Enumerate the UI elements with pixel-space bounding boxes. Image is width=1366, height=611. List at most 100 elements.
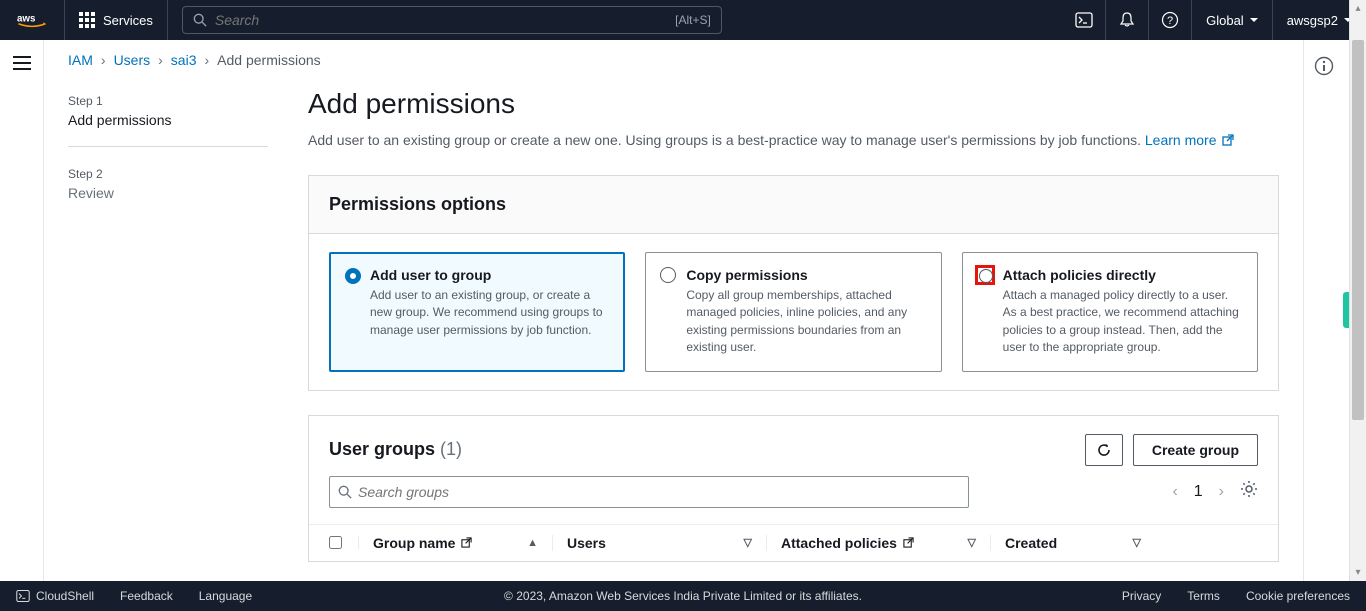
caret-down-icon (1250, 18, 1258, 22)
select-all-checkbox[interactable] (329, 536, 342, 549)
refresh-button[interactable] (1085, 434, 1123, 466)
footer-privacy[interactable]: Privacy (1122, 589, 1161, 603)
search-groups-input[interactable] (358, 484, 960, 500)
vertical-scrollbar[interactable]: ▴ ▾ (1349, 0, 1366, 581)
option-attach-policies-desc: Attach a managed policy directly to a us… (1003, 287, 1243, 357)
svg-text:?: ? (1167, 15, 1173, 27)
wizard-steps: Step 1 Add permissions Step 2 Review (68, 88, 268, 581)
footer-cookies[interactable]: Cookie preferences (1246, 589, 1350, 603)
search-groups-field[interactable] (329, 476, 969, 508)
option-copy-permissions-desc: Copy all group memberships, attached man… (686, 287, 926, 357)
step-1-title: Add permissions (68, 112, 268, 128)
breadcrumb-users[interactable]: Users (114, 52, 151, 68)
global-search[interactable]: [Alt+S] (182, 6, 722, 34)
help-icon: ? (1161, 11, 1179, 29)
scroll-down-arrow[interactable]: ▾ (1350, 564, 1366, 581)
info-button[interactable] (1314, 63, 1334, 80)
footer-copyright: © 2023, Amazon Web Services India Privat… (504, 589, 862, 603)
page-title: Add permissions (308, 88, 1279, 120)
footer-cloudshell[interactable]: CloudShell (16, 589, 94, 603)
external-link-icon (461, 535, 472, 551)
th-group-name[interactable]: Group name ▲ (373, 535, 553, 551)
groups-table-header: Group name ▲ Users ▽ Attached policies ▽ (309, 524, 1278, 561)
refresh-icon (1096, 442, 1112, 458)
scroll-up-arrow[interactable]: ▴ (1350, 0, 1366, 17)
search-shortcut-hint: [Alt+S] (675, 13, 711, 27)
breadcrumb-iam[interactable]: IAM (68, 52, 93, 68)
footer-bar: CloudShell Feedback Language © 2023, Ama… (0, 581, 1366, 611)
sort-icon: ▽ (744, 536, 752, 549)
aws-logo[interactable]: aws (0, 0, 65, 40)
region-label: Global (1206, 13, 1244, 28)
chevron-right-icon: › (101, 52, 106, 68)
radio-add-to-group[interactable] (345, 268, 361, 284)
global-search-input[interactable] (215, 12, 675, 28)
sort-icon: ▽ (968, 536, 976, 549)
page-desc-text: Add user to an existing group or create … (308, 132, 1145, 148)
svg-text:aws: aws (17, 14, 36, 25)
info-rail (1304, 40, 1344, 581)
option-attach-policies[interactable]: Attach policies directly Attach a manage… (962, 252, 1258, 372)
cloudshell-icon (1075, 11, 1093, 29)
step-2: Step 2 Review (68, 161, 268, 219)
step-1: Step 1 Add permissions (68, 88, 268, 146)
feedback-edge-tab[interactable] (1343, 292, 1349, 328)
grid-icon (79, 12, 95, 28)
step-1-label: Step 1 (68, 94, 268, 108)
th-attached-policies[interactable]: Attached policies ▽ (781, 535, 991, 551)
breadcrumb: IAM › Users › sai3 › Add permissions (44, 40, 1303, 88)
help-button[interactable]: ? (1148, 0, 1191, 40)
th-users[interactable]: Users ▽ (567, 535, 767, 551)
cloudshell-icon-button[interactable] (1062, 0, 1105, 40)
th-created[interactable]: Created ▽ (1005, 535, 1155, 551)
option-copy-permissions-title: Copy permissions (686, 267, 926, 283)
permissions-options-panel: Permissions options Add user to group Ad… (308, 175, 1279, 391)
footer-language[interactable]: Language (199, 589, 252, 603)
breadcrumb-user[interactable]: sai3 (171, 52, 197, 68)
sort-icon: ▲ (527, 537, 538, 549)
step-2-label: Step 2 (68, 167, 268, 181)
step-divider (68, 146, 268, 147)
user-groups-title: User groups (1) (329, 439, 462, 460)
external-link-icon (903, 535, 914, 551)
region-selector[interactable]: Global (1191, 0, 1272, 40)
cloudshell-icon (16, 589, 30, 603)
scrollbar-thumb[interactable] (1352, 40, 1364, 420)
footer-terms[interactable]: Terms (1187, 589, 1220, 603)
chevron-right-icon: › (204, 52, 209, 68)
page-number: 1 (1194, 483, 1203, 501)
bell-icon (1118, 11, 1136, 29)
breadcrumb-current: Add permissions (217, 52, 321, 68)
table-settings-button[interactable] (1240, 480, 1258, 503)
services-menu-button[interactable]: Services (65, 0, 168, 40)
gear-icon (1240, 480, 1258, 498)
hamburger-icon[interactable] (13, 56, 31, 75)
create-group-button[interactable]: Create group (1133, 434, 1258, 466)
external-link-icon (1222, 131, 1234, 143)
chevron-right-icon: › (158, 52, 163, 68)
info-icon (1314, 56, 1334, 76)
page-description: Add user to an existing group or create … (308, 130, 1279, 151)
pagination: ‹ 1 › (1172, 480, 1258, 503)
search-icon (193, 13, 207, 27)
user-groups-panel: User groups (1) Create group (308, 415, 1279, 562)
prev-page-button[interactable]: ‹ (1172, 483, 1177, 501)
option-copy-permissions[interactable]: Copy permissions Copy all group membersh… (645, 252, 941, 372)
option-attach-policies-title: Attach policies directly (1003, 267, 1243, 283)
side-nav-toggle-column (0, 40, 44, 581)
services-label: Services (103, 13, 153, 28)
radio-attach-policies[interactable] (977, 267, 993, 283)
sort-icon: ▽ (1133, 536, 1141, 549)
radio-copy-permissions[interactable] (660, 267, 676, 283)
account-label: awsgsp2 (1287, 13, 1338, 28)
learn-more-link[interactable]: Learn more (1145, 132, 1234, 148)
user-groups-count: (1) (440, 439, 462, 459)
option-add-to-group-title: Add user to group (370, 267, 610, 283)
step-2-title: Review (68, 185, 268, 201)
top-navigation: aws Services [Alt+S] ? Global awsgsp2 (0, 0, 1366, 40)
search-icon (338, 485, 352, 499)
footer-feedback[interactable]: Feedback (120, 589, 173, 603)
option-add-to-group[interactable]: Add user to group Add user to an existin… (329, 252, 625, 372)
next-page-button[interactable]: › (1219, 483, 1224, 501)
notifications-button[interactable] (1105, 0, 1148, 40)
